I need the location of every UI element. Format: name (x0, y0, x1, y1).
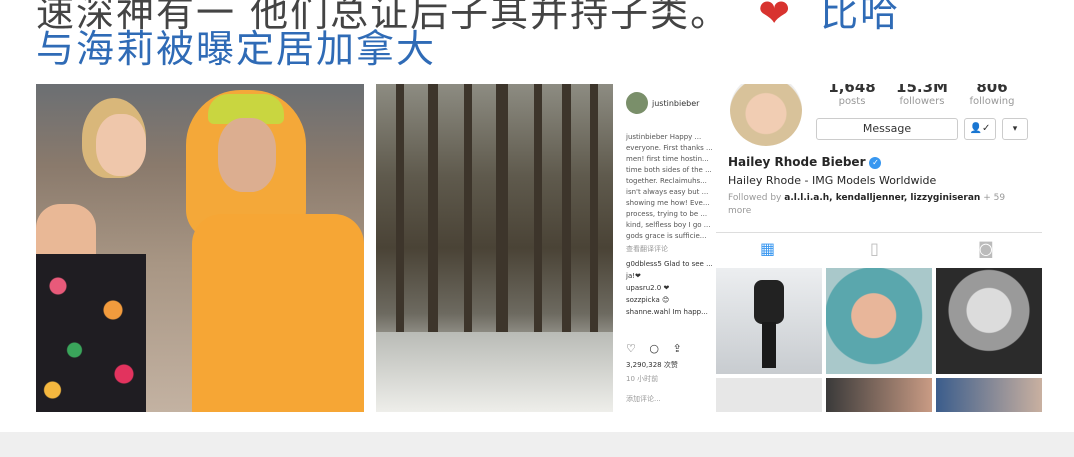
chevron-down-icon[interactable]: ▾ (1002, 118, 1028, 140)
post-username[interactable]: justinbieber (652, 99, 699, 108)
profile-bio: Hailey Rhode - IMG Models Worldwide (728, 174, 937, 187)
following-icon[interactable]: 👤✓ (964, 118, 996, 140)
stat-followers[interactable]: 15.3M followers (892, 84, 952, 107)
comment: shanne.wahl Im happ... (626, 308, 708, 316)
bottom-bar (0, 432, 1074, 457)
grid-icon[interactable]: ▦ (760, 239, 775, 258)
instagram-profile: 1,648 posts 15.3M followers 806 followin… (716, 84, 1042, 412)
grid-photo[interactable] (716, 268, 822, 374)
avatar[interactable] (626, 92, 648, 114)
forest-photo (376, 84, 613, 412)
stat-posts[interactable]: 1,648 posts (822, 84, 882, 107)
like-comment-share-icons[interactable]: ♡ ○ ⇪ (626, 342, 687, 355)
instagram-post: justinbieber justinbieber Happy ... ever… (620, 84, 716, 412)
comment: sozzpicka 😊 (626, 296, 670, 304)
grid-photo[interactable] (716, 378, 822, 412)
add-comment-input[interactable]: 添加评论... (626, 394, 661, 404)
comment: upasru2.0 ❤ (626, 284, 670, 292)
followed-by: Followed by a.l.l.i.a.h, kendalljenner, … (728, 193, 1006, 216)
grid-photo[interactable] (936, 378, 1042, 412)
translate-link[interactable]: 查看翻译评论 (626, 244, 668, 254)
couple-photo (36, 84, 364, 412)
tagged-icon[interactable]: ◙ (978, 239, 994, 258)
message-button[interactable]: Message (816, 118, 958, 140)
snow-ground (376, 332, 613, 412)
heart-icon: ❤ (758, 0, 793, 35)
orange-hoodie (192, 214, 364, 412)
grid-photo[interactable] (826, 378, 932, 412)
comment: ja!❤ (626, 272, 641, 280)
verified-icon: ✓ (869, 157, 882, 169)
comment: g0dbless5 Glad to see ... (626, 260, 713, 268)
headline-tag: 比哈 (820, 0, 901, 35)
profile-tabs: ▦ ▯ ◙ (716, 232, 1042, 264)
floral-dress (36, 254, 146, 412)
headline-line-2: 与海莉被曝定居加拿大 (36, 27, 437, 71)
profile-avatar (730, 84, 802, 146)
grid-photo[interactable] (936, 268, 1042, 374)
post-caption: justinbieber Happy ... everyone. First t… (626, 133, 713, 240)
followed-by-users[interactable]: a.l.l.i.a.h, kendalljenner, lizzyginiser… (784, 193, 980, 203)
stat-following[interactable]: 806 following (962, 84, 1022, 107)
post-time: 10 小时前 (626, 375, 659, 383)
likes-count: 3,290,328 次赞 (626, 361, 678, 369)
photo-grid (716, 268, 1042, 412)
grid-photo[interactable] (826, 268, 932, 374)
feed-icon[interactable]: ▯ (870, 239, 879, 258)
profile-name: Hailey Rhode Bieber ✓ (728, 155, 882, 169)
